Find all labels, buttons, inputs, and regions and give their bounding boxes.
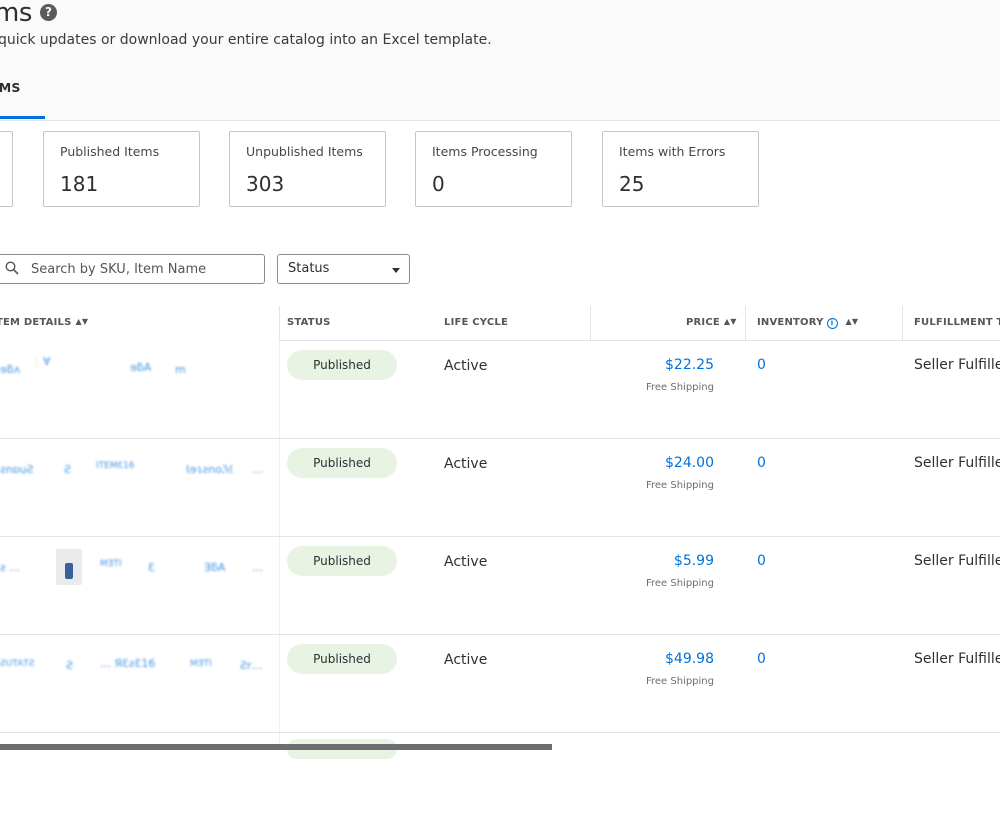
table-row[interactable]: ƨ … ΜƎΤΙ Ɛ ƎƃA … Published Active $5.99 … xyxy=(0,537,1000,635)
inventory-link[interactable]: 0 xyxy=(757,553,766,569)
summary-card-unpublished[interactable]: Unpublished Items 303 xyxy=(229,131,386,207)
status-badge: Published xyxy=(287,644,397,674)
summary-card-processing[interactable]: Items Processing 0 xyxy=(415,131,572,207)
column-header-price[interactable]: PRICE ▲▼ xyxy=(686,317,737,328)
price-link[interactable]: $24.00 xyxy=(665,455,714,471)
card-label: Unpublished Items xyxy=(246,144,363,159)
page-subtitle: quick updates or download your entire ca… xyxy=(0,32,492,48)
shipping-note: Free Shipping xyxy=(645,676,714,687)
status-dropdown-label: Status xyxy=(288,261,330,276)
status-badge: Published xyxy=(287,546,397,576)
inventory-link[interactable]: 0 xyxy=(757,455,766,471)
search-box[interactable] xyxy=(0,254,265,284)
product-image xyxy=(65,563,73,579)
life-cycle-value: Active xyxy=(444,554,488,570)
column-divider xyxy=(745,306,746,340)
item-thumbnail[interactable] xyxy=(56,549,82,585)
column-divider xyxy=(902,306,903,340)
life-cycle-value: Active xyxy=(444,358,488,374)
page-title: ms xyxy=(0,0,32,28)
table-row[interactable]: ƨnɒuƧ Ƨ ITEMƐ16 Ɩɘɿƨnoℳ … Published Acti… xyxy=(0,439,1000,537)
price-link[interactable]: $49.98 xyxy=(665,651,714,667)
item-details-redacted[interactable]: ɘƃʌ Ɐ ɘƃA m xyxy=(0,351,270,391)
life-cycle-value: Active xyxy=(444,456,488,472)
page-header: ms ? quick updates or download your enti… xyxy=(0,0,1000,121)
card-value: 0 xyxy=(432,172,445,196)
card-value: 25 xyxy=(619,172,645,196)
shipping-note: Free Shipping xyxy=(645,578,714,589)
fulfillment-value: Seller Fulfilled xyxy=(914,553,1000,569)
column-header-label: TEM DETAILS xyxy=(0,317,72,328)
table-row[interactable]: ƧUTAƬƧ Ƨ … ЯƐƨƐ16 ΜƎΤΙ Ƨr… Published Act… xyxy=(0,635,1000,733)
column-divider xyxy=(279,306,280,340)
active-tab-indicator xyxy=(0,116,45,119)
help-icon[interactable]: ? xyxy=(40,4,57,21)
summary-card-published[interactable]: Published Items 181 xyxy=(43,131,200,207)
item-details-redacted[interactable]: ƨ … ΜƎΤΙ Ɛ ƎƃA … xyxy=(0,547,270,587)
table-header: TEM DETAILS ▲▼ STATUS LIFE CYCLE PRICE ▲▼ … xyxy=(0,306,1000,341)
price-link[interactable]: $5.99 xyxy=(674,553,714,569)
column-header-label: PRICE xyxy=(686,317,720,328)
caret-down-icon xyxy=(392,268,400,273)
fulfillment-value: Seller Fulfilled xyxy=(914,651,1000,667)
summary-card-partial[interactable] xyxy=(0,131,13,207)
column-header-status: STATUS xyxy=(287,317,331,328)
inventory-link[interactable]: 0 xyxy=(757,357,766,373)
sort-icon[interactable]: ▲▼ xyxy=(724,317,737,326)
column-header-label: INVENTORY xyxy=(757,317,824,328)
fulfillment-value: Seller Fulfilled xyxy=(914,357,1000,373)
summary-card-errors[interactable]: Items with Errors 25 xyxy=(602,131,759,207)
card-value: 181 xyxy=(60,172,99,196)
status-badge: Published xyxy=(287,448,397,478)
column-header-life-cycle: LIFE CYCLE xyxy=(444,317,509,328)
card-value: 303 xyxy=(246,172,285,196)
sort-icon[interactable]: ▲▼ xyxy=(76,317,89,326)
card-label: Items with Errors xyxy=(619,144,726,159)
item-details-redacted[interactable]: ƧUTAƬƧ Ƨ … ЯƐƨƐ16 ΜƎΤΙ Ƨr… xyxy=(0,645,270,685)
item-details-redacted[interactable]: ƨnɒuƧ Ƨ ITEMƐ16 Ɩɘɿƨnoℳ … xyxy=(0,449,270,489)
sort-icon[interactable]: ▲▼ xyxy=(846,317,859,326)
card-label: Items Processing xyxy=(432,144,538,159)
fulfillment-value: Seller Fulfilled xyxy=(914,455,1000,471)
price-link[interactable]: $22.25 xyxy=(665,357,714,373)
column-header-item-details[interactable]: TEM DETAILS ▲▼ xyxy=(0,317,88,328)
card-label: Published Items xyxy=(60,144,160,159)
column-header-fulfillment: FULFILLMENT TYPE xyxy=(914,317,1000,328)
info-icon[interactable]: i xyxy=(826,318,838,329)
table-row[interactable]: ɘƃʌ Ɐ ɘƃA m Published Active $22.25 Free… xyxy=(0,341,1000,439)
search-input[interactable] xyxy=(31,259,256,279)
column-header-inventory[interactable]: INVENTORY i ▲▼ xyxy=(757,317,858,329)
life-cycle-value: Active xyxy=(444,652,488,668)
tab-all-items[interactable]: EMS xyxy=(0,80,21,95)
status-badge: Published xyxy=(287,350,397,380)
search-icon xyxy=(5,261,19,275)
shipping-note: Free Shipping xyxy=(645,382,714,393)
shipping-note: Free Shipping xyxy=(645,480,714,491)
status-dropdown[interactable]: Status xyxy=(277,254,410,284)
column-divider xyxy=(590,306,591,340)
horizontal-scrollbar[interactable] xyxy=(0,744,552,750)
inventory-link[interactable]: 0 xyxy=(757,651,766,667)
